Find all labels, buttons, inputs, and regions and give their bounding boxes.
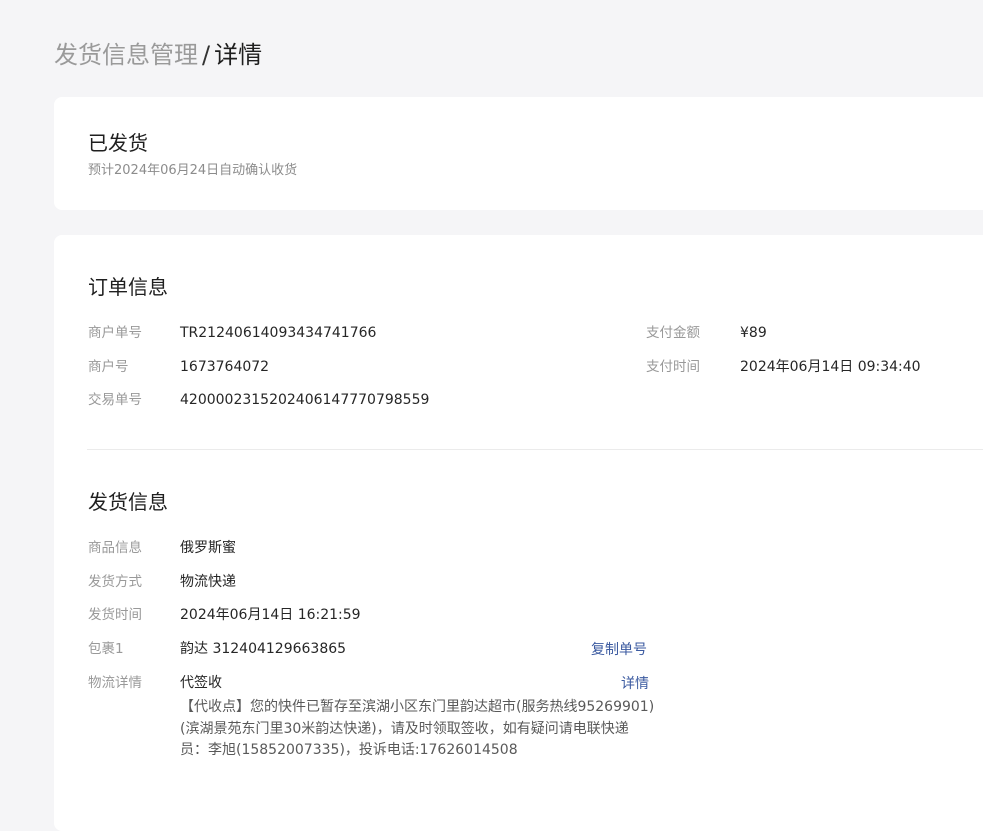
method-value: 物流快递 (180, 574, 236, 590)
copy-tracking-button[interactable]: 复制单号 (591, 639, 647, 659)
trade-no-value: 4200002315202406147770798559 (180, 392, 430, 408)
package-value: 韵达 312404129663865 (180, 641, 347, 657)
merchant-id-label: 商户号 (88, 359, 129, 375)
pay-time-value: 2024年06月14日 09:34:40 (740, 359, 921, 375)
merchant-order-label: 商户单号 (88, 325, 142, 341)
product-value: 俄罗斯蜜 (180, 540, 236, 556)
logistics-status: 代签收 (180, 675, 222, 691)
method-label: 发货方式 (88, 574, 142, 590)
product-label: 商品信息 (88, 540, 142, 556)
breadcrumb-current: 详情 (214, 41, 263, 69)
ship-time-value: 2024年06月14日 16:21:59 (180, 607, 361, 623)
breadcrumb: 发货信息管理 / 详情 (54, 38, 262, 72)
status-subtitle: 预计2024年06月24日自动确认收货 (88, 163, 298, 178)
status-title: 已发货 (88, 131, 148, 155)
breadcrumb-separator: / (202, 41, 211, 69)
status-card: 已发货 预计2024年06月24日自动确认收货 (54, 97, 983, 210)
package-label: 包裹1 (88, 641, 124, 657)
merchant-id-value: 1673764072 (180, 359, 270, 375)
detail-card: 订单信息 商户单号 TR21240614093434741766 支付金额 ¥8… (54, 235, 983, 831)
amount-label: 支付金额 (646, 325, 700, 341)
breadcrumb-parent[interactable]: 发货信息管理 (54, 41, 198, 69)
pay-time-label: 支付时间 (646, 359, 700, 375)
ship-time-label: 发货时间 (88, 607, 142, 623)
section-divider (87, 449, 983, 450)
merchant-order-value: TR21240614093434741766 (180, 325, 377, 341)
order-section-title: 订单信息 (88, 275, 168, 299)
logistics-label: 物流详情 (88, 675, 142, 691)
shipping-section-title: 发货信息 (88, 490, 168, 514)
logistics-detail-link[interactable]: 详情 (621, 673, 649, 693)
logistics-description: 【代收点】您的快件已暂存至滨湖小区东门里韵达超市(服务热线95269901)(滨… (180, 699, 655, 758)
amount-value: ¥89 (740, 325, 767, 341)
trade-no-label: 交易单号 (88, 392, 142, 408)
